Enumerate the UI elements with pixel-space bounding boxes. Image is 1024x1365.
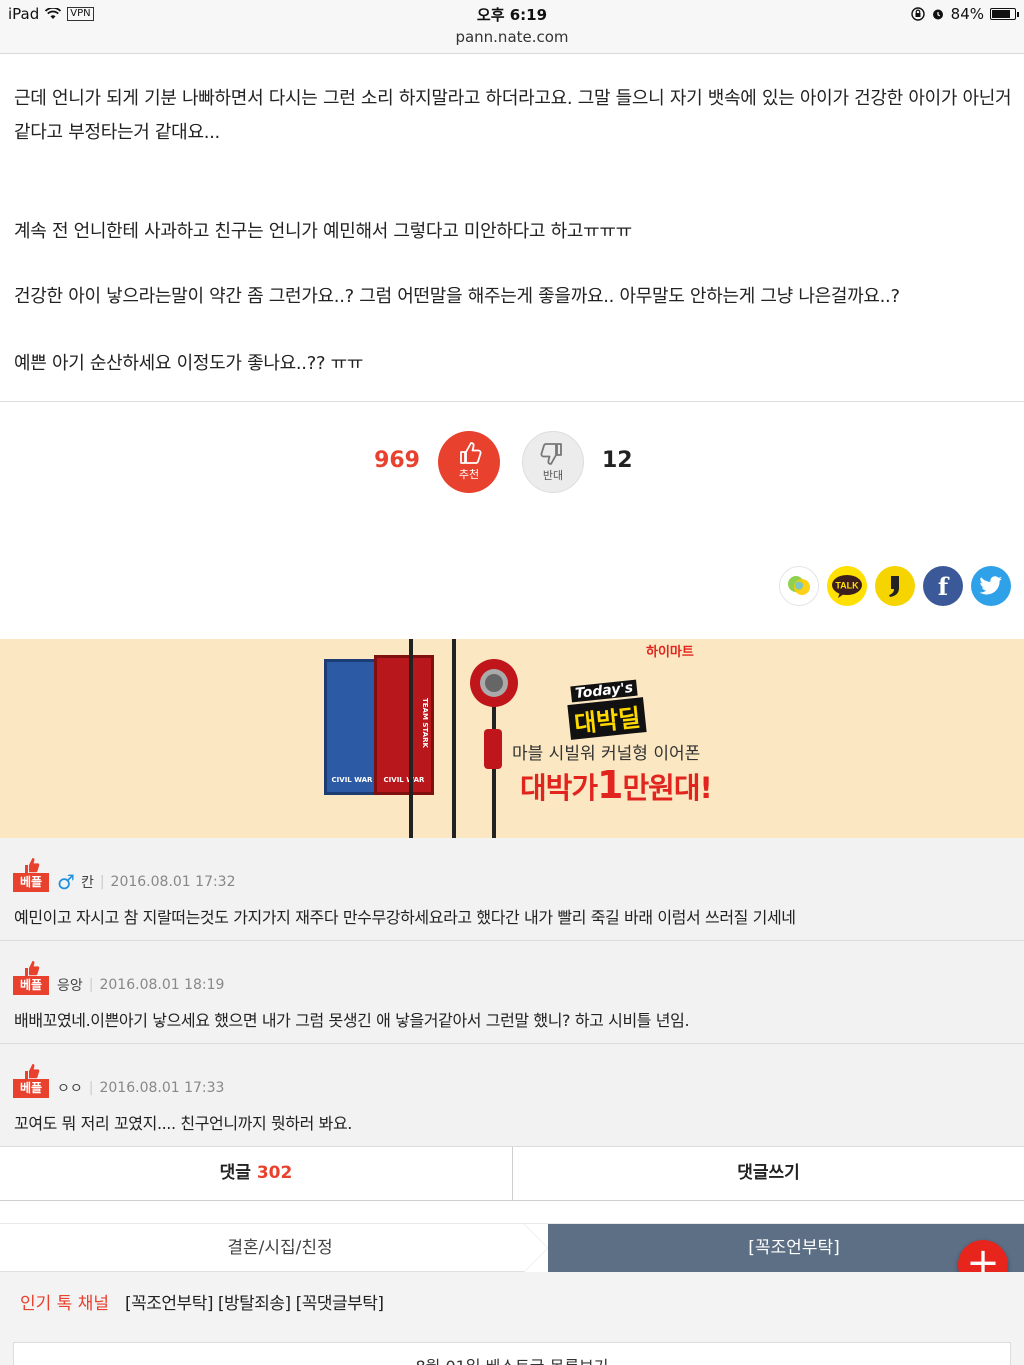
svg-text:TALK: TALK [835, 581, 859, 591]
twitter-icon [979, 576, 1002, 595]
facebook-share-button[interactable]: f [923, 566, 963, 606]
comment-meta: ㅇㅇ | 2016.08.01 17:33 [57, 1078, 224, 1098]
comment-item[interactable]: 베플 ㅇㅇ | 2016.08.01 17:33 꼬여도 뭐 저리 꼬였지...… [0, 1044, 1024, 1147]
oppose-label: 반대 [542, 469, 564, 482]
comment-date: 2016.08.01 17:33 [99, 1080, 225, 1096]
comment-text: 배배꼬였네.이쁜아기 낳으세요 했으면 내가 그럼 못생긴 애 낳을거같아서 그… [14, 1011, 690, 1030]
comment-author[interactable]: ㅇㅇ [57, 1078, 83, 1098]
comments-label: 댓글 [219, 1163, 251, 1183]
best-list-section: 8월 01일 베스트글 목록보기 [0, 1328, 1024, 1365]
nav-arrow [524, 1224, 548, 1272]
channel-tags[interactable]: [꼭조언부탁] [방탈죄송] [꼭댓글부탁] [125, 1289, 384, 1314]
comment-author[interactable]: 칸 [81, 872, 94, 892]
best-label: 베플 [13, 976, 49, 995]
twitter-share-button[interactable] [971, 566, 1011, 606]
comment-text: 예민이고 자시고 참 지랄떠는것도 가지가지 재주다 만수무강하세요라고 했다간… [14, 908, 796, 927]
kakaotalk-icon: TALK [832, 575, 862, 598]
earphone-cable [409, 639, 413, 838]
comment-item[interactable]: 베플 ♂ 칸 | 2016.08.01 17:32 예민이고 자시고 참 지랄떠… [0, 838, 1024, 941]
spacer [0, 1201, 1024, 1223]
comment-author[interactable]: 응앙 [57, 975, 83, 995]
channel-label: 인기 톡 채널 [20, 1294, 110, 1314]
comment-button-bar: 댓글 302 댓글쓰기 [0, 1147, 1024, 1201]
product-box-blue: CIVIL WAR [324, 659, 380, 795]
ad-brand: 하이마트 [646, 645, 694, 660]
product-box-red: TEAM STARK CIVIL WAR [374, 655, 434, 795]
facebook-icon: f [937, 571, 949, 601]
popular-channels: 인기 톡 채널 [꼭조언부탁] [방탈죄송] [꼭댓글부탁] [0, 1272, 1024, 1328]
box-label: CIVIL WAR [331, 776, 373, 784]
status-right: 84% [910, 5, 1019, 23]
earphone-cable [452, 639, 456, 838]
thumbs-down-icon [540, 443, 562, 465]
thumbs-up-icon [25, 961, 40, 976]
status-bar: iPad VPN 오후 6:19 pann.nate.com 84% [0, 0, 1024, 54]
category-nav: [꼭조언부탁] 결혼/시집/친정 [0, 1223, 1024, 1272]
band-icon [889, 576, 899, 597]
ad-banner[interactable]: 하이마트 CIVIL WAR TEAM STARK CIVIL WAR Toda… [0, 639, 1024, 838]
battery-icon [990, 8, 1019, 20]
comment-meta: ♂ 칸 | 2016.08.01 17:32 [57, 872, 236, 892]
best-list-button[interactable]: 8월 01일 베스트글 목록보기 [13, 1342, 1011, 1365]
box-side-label: TEAM STARK [421, 698, 429, 748]
earphone-remote [484, 729, 502, 769]
comment-date: 2016.08.01 18:19 [99, 977, 225, 993]
battery-fill [992, 10, 1010, 18]
article-paragraph: 예쁜 아기 순산하세요 이정도가 좋나요..?? ㅠㅠ [14, 353, 364, 374]
oppose-count: 12 [602, 448, 633, 473]
comment-date: 2016.08.01 17:32 [110, 874, 236, 890]
thumbs-up-icon [25, 1064, 40, 1079]
article-paragraph: 계속 전 언니한테 사과하고 친구는 언니가 예민해서 그렇다고 미안하다고 하… [14, 221, 632, 242]
best-label: 베플 [13, 1079, 49, 1098]
thumbs-up-icon [25, 858, 40, 873]
status-time: 오후 6:19 [476, 6, 548, 24]
recommend-count: 969 [374, 448, 420, 473]
kakaostory-icon [788, 576, 810, 595]
divider [0, 401, 1024, 402]
ad-price: 대박가1만원대! [520, 763, 713, 807]
band-share-button[interactable] [875, 566, 915, 606]
rotation-lock-icon [910, 7, 925, 21]
ad-deal-badge: 대박딜 [567, 697, 647, 740]
separator: | [99, 874, 105, 890]
best-comments: 베플 ♂ 칸 | 2016.08.01 17:32 예민이고 자시고 참 지랄떠… [0, 838, 1024, 1147]
earphone-image [470, 659, 518, 707]
separator: | [88, 1080, 94, 1096]
comments-count: 302 [256, 1163, 293, 1183]
next-category-link[interactable]: [꼭조언부탁] [524, 1224, 1024, 1272]
best-label: 베플 [13, 873, 49, 892]
ad-price-prefix: 대박가 [520, 771, 598, 805]
oppose-button[interactable]: 반대 [522, 431, 584, 493]
separator: | [88, 977, 94, 993]
ad-price-number: 1 [597, 763, 623, 807]
comment-item[interactable]: 베플 응앙 | 2016.08.01 18:19 배배꼬였네.이쁜아기 낳으세요… [0, 941, 1024, 1044]
article-paragraph: 근데 언니가 되게 기분 나빠하면서 다시는 그런 소리 하지말라고 하더라고요… [14, 88, 1012, 143]
ad-product-name: 마블 시빌워 커널형 이어폰 [512, 744, 701, 764]
thumbs-up-icon [460, 442, 482, 464]
box-label: CIVIL WAR [383, 776, 425, 784]
kakaotalk-share-button[interactable]: TALK [827, 566, 867, 606]
address-url[interactable]: pann.nate.com [0, 28, 1024, 46]
recommend-button[interactable]: 추천 [438, 431, 500, 493]
recommend-label: 추천 [458, 468, 480, 481]
kakaostory-share-button[interactable] [779, 566, 819, 606]
article-paragraph: 건강한 아이 낳으라는말이 약간 좀 그런가요..? 그럼 어떤말을 해주는게 … [14, 286, 900, 307]
prev-category-link[interactable]: 결혼/시집/친정 [0, 1224, 540, 1272]
battery-percent: 84% [950, 5, 984, 23]
ad-price-suffix: 만원대! [622, 771, 713, 805]
comment-text: 꼬여도 뭐 저리 꼬였지.... 친구언니까지 뭣하러 봐요. [14, 1114, 352, 1133]
comment-meta: 응앙 | 2016.08.01 18:19 [57, 975, 224, 995]
write-comment-button[interactable]: 댓글쓰기 [512, 1147, 1024, 1200]
male-icon: ♂ [57, 870, 75, 894]
view-comments-button[interactable]: 댓글 302 [0, 1147, 512, 1200]
alarm-icon [932, 9, 943, 20]
